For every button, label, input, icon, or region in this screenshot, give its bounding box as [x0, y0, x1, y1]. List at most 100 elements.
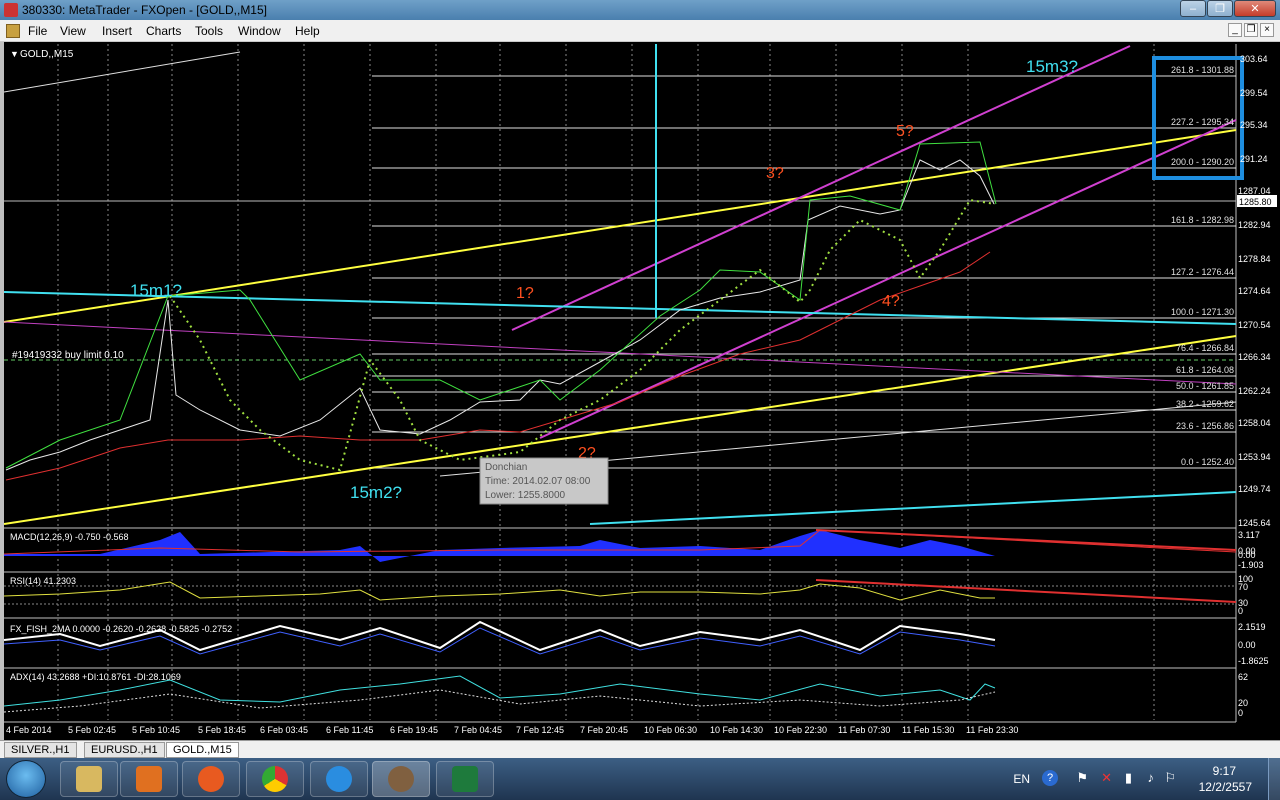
svg-text:0.00: 0.00	[1238, 640, 1256, 650]
signal-icon[interactable]: ▮	[1125, 770, 1132, 786]
fisher-scale: 2.1519 0.00 -1.8625	[1238, 622, 1269, 666]
minimize-button[interactable]: –	[1180, 0, 1206, 17]
svg-text:11 Feb 07:30: 11 Feb 07:30	[838, 725, 890, 735]
adx-scale: 62 20 0	[1238, 672, 1248, 718]
svg-text:38.2 - 1259.62: 38.2 - 1259.62	[1176, 399, 1234, 409]
svg-text:7 Feb 20:45: 7 Feb 20:45	[580, 725, 628, 735]
taskbar-firefox[interactable]	[182, 761, 240, 797]
svg-text:1278.84: 1278.84	[1238, 254, 1271, 264]
svg-text:227.2 - 1295.34: 227.2 - 1295.34	[1171, 117, 1234, 127]
windows-taskbar: EN ? ⚑ ✕ ▮ ♪ ⚐ 9:17 12/2/2557	[0, 758, 1280, 800]
svg-text:50.0 - 1261.85: 50.0 - 1261.85	[1176, 381, 1234, 391]
wave-label-3: 3?	[766, 165, 784, 182]
tray-flag-2-icon[interactable]: ⚐	[1164, 770, 1176, 786]
wave-label-5: 5?	[896, 123, 914, 140]
svg-text:100.0 - 1271.30: 100.0 - 1271.30	[1171, 307, 1234, 317]
svg-text:61.8 - 1264.08: 61.8 - 1264.08	[1176, 365, 1234, 375]
svg-text:1274.64: 1274.64	[1238, 286, 1271, 296]
svg-text:0: 0	[1238, 606, 1243, 616]
dropdown-arrow-icon[interactable]: ▼	[10, 49, 19, 59]
restore-button[interactable]: ❐	[1207, 0, 1233, 17]
svg-text:6 Feb 03:45: 6 Feb 03:45	[260, 725, 308, 735]
svg-text:7 Feb 12:45: 7 Feb 12:45	[516, 725, 564, 735]
svg-text:261.8 - 1301.88: 261.8 - 1301.88	[1171, 65, 1234, 75]
cyan-bottom-line[interactable]	[589, 491, 1237, 525]
svg-text:2.1519: 2.1519	[1238, 622, 1266, 632]
svg-text:62: 62	[1238, 672, 1248, 682]
rsi-scale: 100 70 30 0	[1238, 574, 1253, 616]
svg-text:4 Feb 2014: 4 Feb 2014	[6, 725, 52, 735]
menu-tools[interactable]: Tools	[195, 24, 223, 38]
time-axis-labels: 4 Feb 2014 5 Feb 02:45 5 Feb 10:45 5 Feb…	[6, 725, 1018, 735]
svg-text:7 Feb 04:45: 7 Feb 04:45	[454, 725, 502, 735]
show-desktop-button[interactable]	[1268, 758, 1280, 800]
tray-flag-icon[interactable]: ⚑	[1076, 770, 1088, 786]
label-15m1: 15m1?	[130, 281, 182, 300]
wave-label-4: 4?	[882, 293, 900, 310]
volume-icon[interactable]: ♪	[1148, 770, 1155, 785]
svg-text:0: 0	[1238, 708, 1243, 718]
tab-silver-h1[interactable]: SILVER.,H1	[4, 742, 77, 758]
taskbar-ie[interactable]	[310, 761, 368, 797]
language-indicator[interactable]: EN	[1013, 772, 1030, 786]
taskbar-metatrader[interactable]	[372, 761, 430, 797]
wave-label-1: 1?	[516, 285, 534, 302]
menu-insert[interactable]: Insert	[102, 24, 132, 38]
tab-gold-m15[interactable]: GOLD.,M15	[166, 742, 239, 758]
svg-text:6 Feb 11:45: 6 Feb 11:45	[326, 725, 373, 735]
svg-text:23.6 - 1256.86: 23.6 - 1256.86	[1176, 421, 1234, 431]
svg-text:70: 70	[1238, 582, 1248, 592]
yellow-lower-trendline[interactable]	[4, 335, 1237, 525]
svg-text:1282.94: 1282.94	[1238, 220, 1271, 230]
svg-text:1258.04: 1258.04	[1238, 418, 1271, 428]
order-label[interactable]: #19419332 buy limit 0.10	[12, 350, 124, 361]
svg-text:10 Feb 14:30: 10 Feb 14:30	[710, 725, 763, 735]
menu-help[interactable]: Help	[295, 24, 320, 38]
clock-time[interactable]: 9:17	[1213, 764, 1236, 778]
label-15m2: 15m2?	[350, 483, 402, 502]
svg-text:-1.903: -1.903	[1238, 560, 1264, 570]
magenta-flat-line[interactable]	[4, 321, 1237, 385]
menu-view[interactable]: View	[60, 24, 86, 38]
taskbar-chrome[interactable]	[246, 761, 304, 797]
close-button[interactable]: ✕	[1234, 0, 1276, 17]
taskbar-media-player[interactable]	[120, 761, 178, 797]
svg-text:1249.74: 1249.74	[1238, 484, 1271, 494]
mdi-minimize-button[interactable]: _	[1228, 23, 1242, 37]
cyan-resistance-line[interactable]	[4, 291, 1237, 325]
chart-window-icon[interactable]	[6, 24, 20, 38]
chart-tabs: SILVER.,H1 EURUSD.,H1 GOLD.,M15	[0, 740, 1280, 758]
price-chart[interactable]: 15m1? 15m2? 15m3? 1? 2? 3? 4? 5? ▼ GOLD,…	[4, 42, 1280, 740]
chart-window[interactable]: 15m1? 15m2? 15m3? 1? 2? 3? 4? 5? ▼ GOLD,…	[0, 42, 1280, 740]
help-icon[interactable]: ?	[1042, 770, 1058, 786]
chrome-icon	[262, 766, 288, 792]
taskbar-excel[interactable]	[436, 761, 494, 797]
taskbar-explorer[interactable]	[60, 761, 118, 797]
menu-charts[interactable]: Charts	[146, 24, 181, 38]
fibonacci-levels	[4, 75, 1236, 469]
media-player-icon	[136, 766, 162, 792]
label-15m3: 15m3?	[1026, 57, 1078, 76]
vertical-grid	[57, 44, 1155, 720]
svg-text:Donchian: Donchian	[485, 462, 527, 473]
svg-text:127.2 - 1276.44: 127.2 - 1276.44	[1171, 267, 1234, 277]
clock-date[interactable]: 12/2/2557	[1199, 780, 1252, 794]
svg-text:11 Feb 15:30: 11 Feb 15:30	[902, 725, 954, 735]
svg-text:0.00: 0.00	[1238, 550, 1256, 560]
tab-eurusd-h1[interactable]: EURUSD.,H1	[84, 742, 165, 758]
mdi-close-button[interactable]: ×	[1260, 23, 1274, 37]
svg-text:10 Feb 06:30: 10 Feb 06:30	[644, 725, 697, 735]
menu-window[interactable]: Window	[238, 24, 281, 38]
ie-icon	[326, 766, 352, 792]
rsi-divergence-line[interactable]	[815, 579, 1237, 603]
svg-text:20: 20	[1238, 698, 1248, 708]
mdi-restore-button[interactable]: ❐	[1244, 23, 1258, 37]
svg-text:1270.54: 1270.54	[1238, 320, 1271, 330]
menu-file[interactable]: File	[28, 24, 47, 38]
svg-text:1287.04: 1287.04	[1238, 186, 1271, 196]
adx-label: ADX(14) 43.2688 +DI:10.8761 -DI:28.1069	[10, 672, 181, 682]
start-button[interactable]	[6, 760, 46, 798]
magenta-upper-channel[interactable]	[511, 45, 1131, 331]
svg-text:3.117: 3.117	[1238, 530, 1260, 540]
tray-network-icon[interactable]: ✕	[1101, 770, 1112, 786]
